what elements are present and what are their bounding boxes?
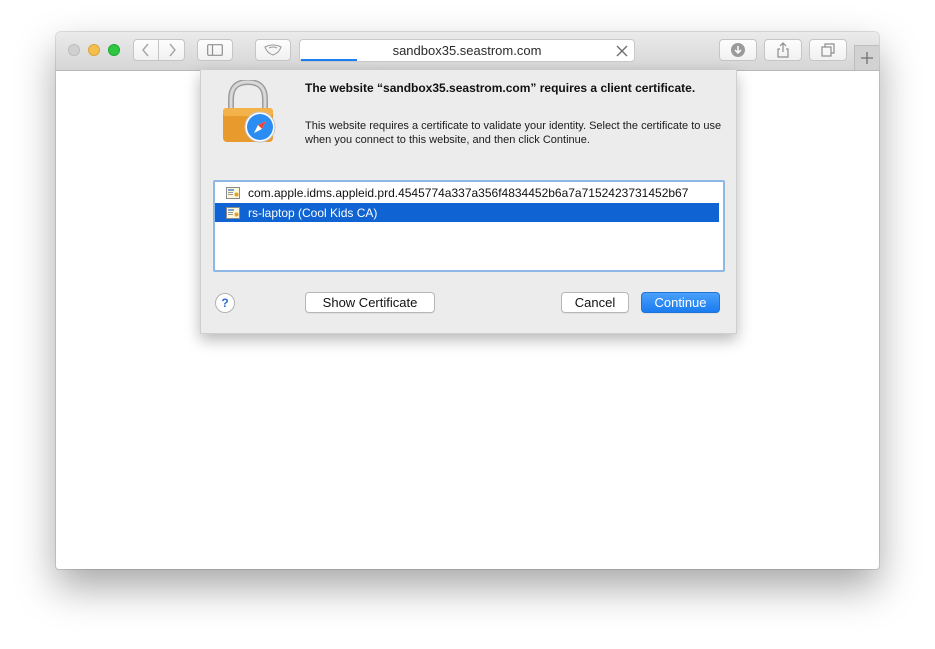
cancel-button[interactable]: Cancel — [561, 292, 629, 313]
lock-safari-icon — [223, 80, 276, 143]
plus-icon — [861, 52, 873, 64]
client-certificate-dialog: The website “sandbox35.seastrom.com” req… — [200, 70, 737, 334]
share-button[interactable] — [764, 39, 802, 61]
sidebar-button[interactable] — [197, 39, 233, 61]
continue-button[interactable]: Continue — [641, 292, 720, 313]
forward-button[interactable] — [159, 39, 185, 61]
certificate-icon — [226, 206, 240, 219]
shield-button[interactable] — [255, 39, 291, 61]
certificate-list[interactable]: com.apple.idms.appleid.prd.4545774a337a3… — [213, 180, 725, 272]
dialog-description: This website requires a certificate to v… — [305, 120, 722, 146]
certificate-name: rs-laptop (Cool Kids CA) — [248, 205, 378, 220]
close-icon[interactable] — [615, 44, 629, 58]
downloads-button[interactable] — [719, 39, 757, 61]
page-load-progress — [301, 59, 357, 61]
download-icon — [731, 43, 745, 57]
certificate-item[interactable]: com.apple.idms.appleid.prd.4545774a337a3… — [215, 183, 719, 202]
tabs-overview-icon — [821, 43, 835, 57]
show-certificate-button[interactable]: Show Certificate — [305, 292, 435, 313]
certificate-icon — [226, 186, 240, 199]
sidebar-icon — [207, 44, 223, 56]
browser-toolbar: sandbox35.seastrom.com — [56, 32, 879, 71]
chevron-left-icon — [142, 43, 149, 57]
address-bar[interactable]: sandbox35.seastrom.com — [299, 39, 635, 62]
shield-icon — [264, 44, 282, 56]
dialog-title: The website “sandbox35.seastrom.com” req… — [305, 81, 696, 95]
share-icon — [777, 42, 789, 58]
zoom-window-button[interactable] — [108, 44, 120, 56]
new-tab-button[interactable] — [854, 45, 879, 70]
close-window-button[interactable] — [68, 44, 80, 56]
certificate-item-selected[interactable]: rs-laptop (Cool Kids CA) — [215, 203, 719, 222]
back-button[interactable] — [133, 39, 159, 61]
address-text: sandbox35.seastrom.com — [392, 43, 542, 58]
minimize-window-button[interactable] — [88, 44, 100, 56]
certificate-name: com.apple.idms.appleid.prd.4545774a337a3… — [248, 185, 689, 200]
chevron-right-icon — [168, 43, 176, 57]
help-button[interactable]: ? — [215, 293, 235, 313]
tabs-overview-button[interactable] — [809, 39, 847, 61]
